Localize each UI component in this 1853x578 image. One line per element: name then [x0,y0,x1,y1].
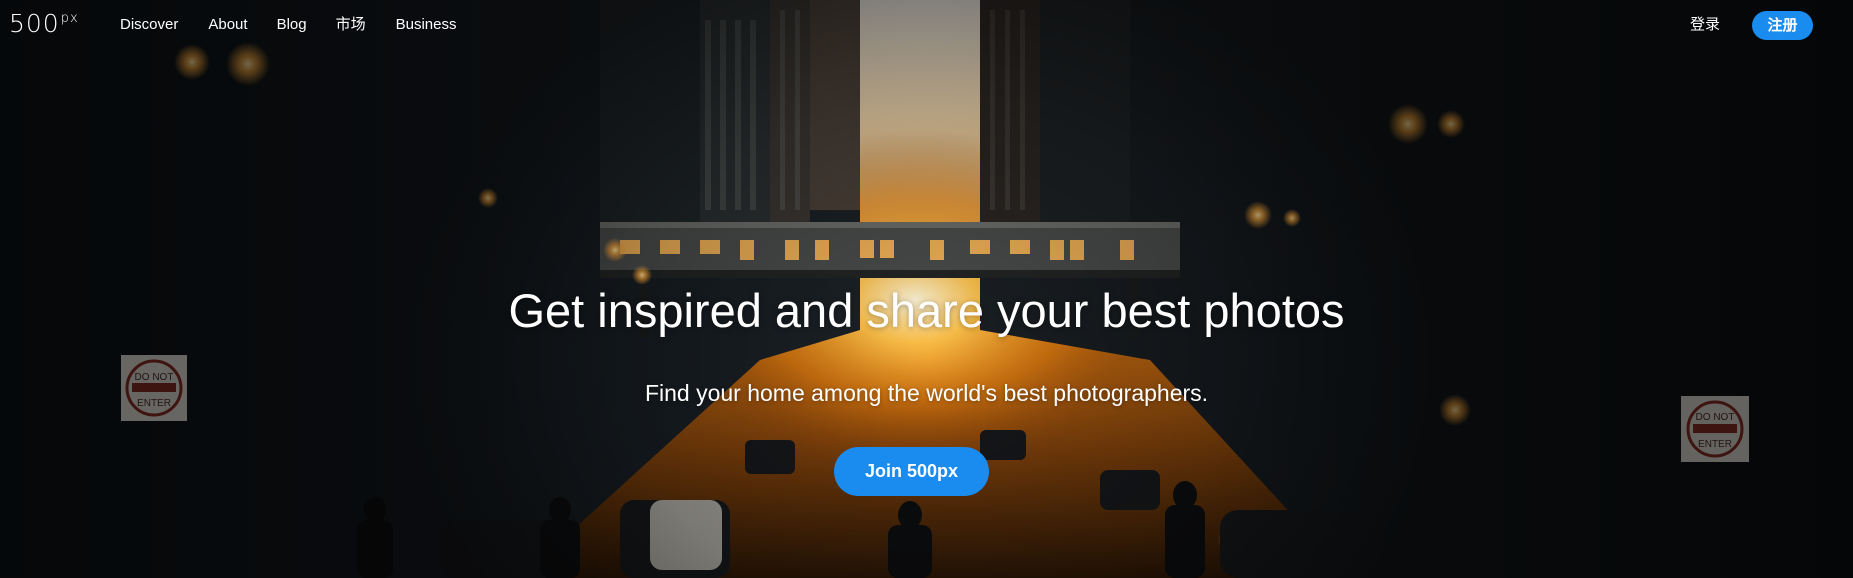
svg-text:DO NOT: DO NOT [1696,412,1735,423]
logo-500px[interactable]: 500px [9,10,79,38]
logo-main-text: 500 [9,9,60,38]
login-link[interactable]: 登录 [1690,14,1720,36]
hero-subline: Find your home among the world's best ph… [644,380,1209,406]
nav-links: Discover About Blog 市场 Business [120,14,456,36]
nav-link-about[interactable]: About [208,14,247,36]
hero-headline: Get inspired and share your best photos [508,284,1345,337]
nav-link-market[interactable]: 市场 [336,14,366,36]
logo-sup-text: px [60,11,79,26]
nav-link-business[interactable]: Business [396,14,457,36]
svg-text:ENTER: ENTER [1698,439,1732,450]
signup-button[interactable]: 注册 [1752,11,1813,40]
top-nav: 500px Discover About Blog 市场 Business 登录… [0,0,1853,50]
hero-section: DO NOT ENTER DO NOT ENTER 500px Discover… [0,0,1853,578]
join-button[interactable]: Join 500px [834,447,989,496]
nav-link-discover[interactable]: Discover [120,14,178,36]
nav-link-blog[interactable]: Blog [277,14,307,36]
